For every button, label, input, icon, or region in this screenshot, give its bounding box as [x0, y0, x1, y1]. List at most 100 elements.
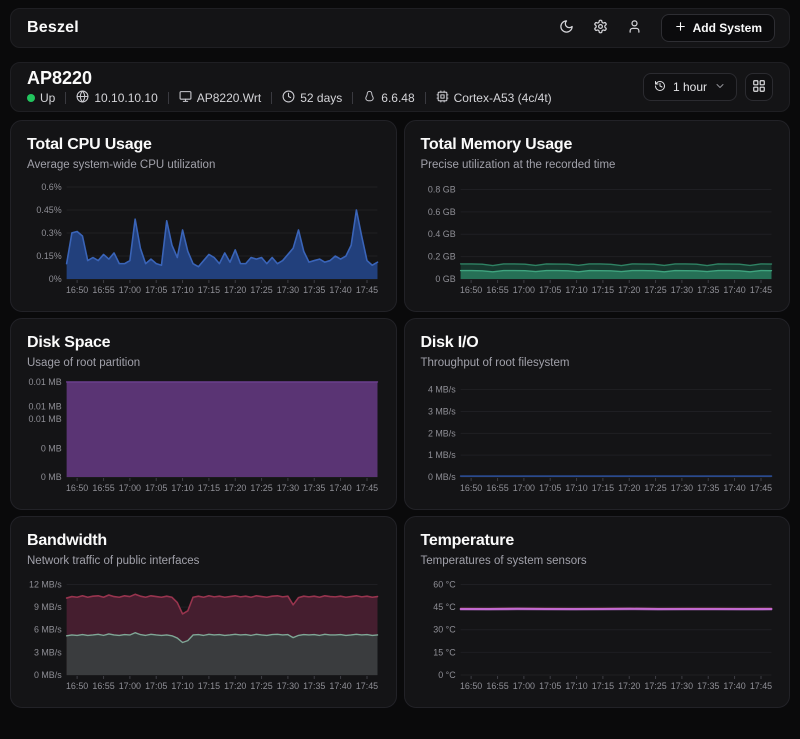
system-meta: Up 10.10.10.10 AP8220.Wrt [27, 90, 552, 106]
divider [425, 92, 426, 104]
chart-title: Disk I/O [421, 333, 774, 353]
svg-text:2 MB/s: 2 MB/s [427, 428, 455, 438]
svg-text:17:35: 17:35 [303, 483, 325, 493]
svg-text:16:50: 16:50 [459, 483, 481, 493]
svg-text:0.01 MB: 0.01 MB [29, 414, 62, 424]
user-menu-button[interactable] [621, 14, 649, 42]
svg-text:15 °C: 15 °C [433, 647, 456, 657]
system-uptime: 52 days [282, 90, 342, 106]
svg-text:3 MB/s: 3 MB/s [34, 647, 62, 657]
svg-text:17:05: 17:05 [539, 285, 561, 295]
svg-text:30 °C: 30 °C [433, 625, 456, 635]
chevron-down-icon [714, 80, 726, 95]
svg-text:17:10: 17:10 [171, 483, 193, 493]
system-hostname-value: AP8220.Wrt [197, 91, 261, 105]
gear-icon [593, 19, 608, 37]
layout-grid-button[interactable] [745, 73, 773, 101]
svg-text:17:20: 17:20 [618, 681, 640, 691]
settings-button[interactable] [587, 14, 615, 42]
system-kernel-value: 6.6.48 [381, 91, 414, 105]
svg-text:17:00: 17:00 [119, 285, 141, 295]
system-kernel: 6.6.48 [363, 90, 414, 106]
monitor-icon [179, 90, 192, 106]
memory-usage-chart[interactable]: 0 GB0.2 GB0.4 GB0.6 GB0.8 GB16:5016:5517… [421, 178, 774, 301]
layout-grid-icon [752, 79, 766, 96]
svg-text:17:05: 17:05 [145, 681, 167, 691]
svg-text:17:00: 17:00 [512, 285, 534, 295]
svg-text:17:25: 17:25 [644, 483, 666, 493]
svg-text:17:45: 17:45 [356, 681, 378, 691]
svg-text:0 MB/s: 0 MB/s [427, 472, 455, 482]
svg-text:0 GB: 0 GB [435, 274, 455, 284]
chart-card-temperature: Temperature Temperatures of system senso… [404, 516, 791, 708]
divider [271, 92, 272, 104]
svg-text:17:15: 17:15 [198, 285, 220, 295]
svg-text:17:30: 17:30 [670, 285, 692, 295]
svg-text:6 MB/s: 6 MB/s [34, 625, 62, 635]
status-badge: Up [27, 91, 55, 105]
svg-text:17:35: 17:35 [303, 681, 325, 691]
svg-text:17:45: 17:45 [749, 285, 771, 295]
svg-text:16:55: 16:55 [486, 285, 508, 295]
add-system-button[interactable]: Add System [661, 14, 775, 42]
svg-text:17:30: 17:30 [670, 681, 692, 691]
svg-text:17:00: 17:00 [512, 483, 534, 493]
disk-io-chart[interactable]: 0 MB/s1 MB/s2 MB/s3 MB/s4 MB/s16:5016:55… [421, 376, 774, 499]
cpu-chip-icon [436, 90, 449, 106]
svg-text:17:00: 17:00 [119, 681, 141, 691]
svg-text:0.6%: 0.6% [41, 182, 61, 192]
svg-text:17:30: 17:30 [277, 483, 299, 493]
cpu-usage-chart[interactable]: 0%0.15%0.3%0.45%0.6%16:5016:5517:0017:05… [27, 178, 380, 301]
chart-subtitle: Network traffic of public interfaces [27, 554, 380, 568]
clock-icon [282, 90, 295, 106]
system-header-actions: 1 hour [643, 73, 773, 101]
svg-text:16:50: 16:50 [66, 681, 88, 691]
svg-text:17:20: 17:20 [224, 285, 246, 295]
svg-text:0.15%: 0.15% [36, 251, 61, 261]
svg-text:16:50: 16:50 [459, 285, 481, 295]
theme-toggle-button[interactable] [553, 14, 581, 42]
svg-text:16:55: 16:55 [92, 285, 114, 295]
bandwidth-chart[interactable]: 0 MB/s3 MB/s6 MB/s9 MB/s12 MB/s16:5016:5… [27, 574, 380, 697]
svg-text:60 °C: 60 °C [433, 579, 456, 589]
globe-icon [76, 90, 89, 106]
svg-text:0.01 MB: 0.01 MB [29, 377, 62, 387]
svg-text:0.6 GB: 0.6 GB [427, 207, 455, 217]
svg-text:17:25: 17:25 [250, 681, 272, 691]
svg-text:16:50: 16:50 [66, 483, 88, 493]
svg-text:17:00: 17:00 [512, 681, 534, 691]
penguin-icon [363, 90, 376, 106]
svg-text:17:05: 17:05 [539, 483, 561, 493]
chart-subtitle: Average system-wide CPU utilization [27, 158, 380, 172]
svg-text:17:25: 17:25 [250, 285, 272, 295]
svg-text:17:35: 17:35 [697, 285, 719, 295]
time-range-value: 1 hour [673, 80, 707, 94]
temperature-chart[interactable]: 0 °C15 °C30 °C45 °C60 °C16:5016:5517:001… [421, 574, 774, 697]
svg-text:17:15: 17:15 [591, 483, 613, 493]
svg-text:0 MB: 0 MB [41, 443, 62, 453]
divider [65, 92, 66, 104]
svg-text:17:05: 17:05 [539, 681, 561, 691]
svg-text:17:10: 17:10 [565, 681, 587, 691]
svg-text:0.3%: 0.3% [41, 228, 61, 238]
svg-text:17:30: 17:30 [670, 483, 692, 493]
svg-text:17:35: 17:35 [303, 285, 325, 295]
svg-text:17:40: 17:40 [329, 681, 351, 691]
svg-text:17:00: 17:00 [119, 483, 141, 493]
system-ip: 10.10.10.10 [76, 90, 157, 106]
svg-text:17:10: 17:10 [171, 681, 193, 691]
svg-text:45 °C: 45 °C [433, 602, 456, 612]
chart-title: Disk Space [27, 333, 380, 353]
svg-text:0 MB/s: 0 MB/s [34, 670, 62, 680]
chart-card-bandwidth: Bandwidth Network traffic of public inte… [10, 516, 397, 708]
svg-text:3 MB/s: 3 MB/s [427, 406, 455, 416]
chart-card-cpu: Total CPU Usage Average system-wide CPU … [10, 120, 397, 312]
time-range-select[interactable]: 1 hour [643, 73, 737, 101]
svg-text:17:25: 17:25 [250, 483, 272, 493]
svg-text:17:40: 17:40 [329, 285, 351, 295]
svg-text:17:20: 17:20 [224, 483, 246, 493]
svg-text:16:55: 16:55 [486, 483, 508, 493]
app-logo[interactable]: Beszel [27, 19, 79, 37]
disk-space-chart[interactable]: 0 MB0 MB0.01 MB0.01 MB0.01 MB16:5016:551… [27, 376, 380, 499]
system-ip-value: 10.10.10.10 [94, 91, 157, 105]
